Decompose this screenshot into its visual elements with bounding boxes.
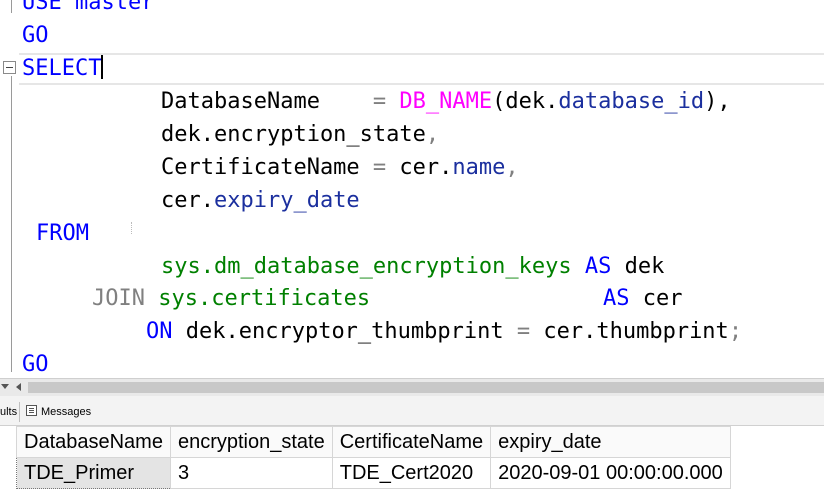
function-token: DB_NAME (399, 89, 493, 114)
keyword-from: FROM (36, 221, 89, 246)
table-cell[interactable]: TDE_Cert2020 (331, 457, 492, 489)
query-editor[interactable]: USE master GO SELECT DatabaseName = DB_N… (0, 0, 824, 378)
chevron-down-icon[interactable] (1, 384, 9, 389)
code-token: dek.encryption_state (161, 122, 426, 147)
column-token: database_id (558, 89, 705, 114)
keyword-use: USE master (22, 0, 155, 15)
code-line-on: ON dek.encryptor_thumbprint = cer.thumbp… (146, 315, 742, 348)
tab-results[interactable]: ults (0, 402, 20, 422)
code-token: dek.encryptor_thumbprint (172, 319, 517, 344)
table-cell[interactable]: TDE_Primer (16, 457, 171, 489)
horizontal-scrollbar[interactable] (0, 378, 824, 396)
results-table: DatabaseName encryption_state Certificat… (16, 426, 731, 489)
outline-line (11, 76, 12, 372)
indent-guide (131, 222, 133, 234)
keyword-on: ON (146, 319, 173, 344)
header-row: DatabaseName encryption_state Certificat… (16, 426, 731, 458)
code-line-join: JOIN sys.certificates (92, 282, 370, 315)
column-header[interactable]: DatabaseName (16, 426, 171, 458)
keyword-go: GO (22, 352, 49, 377)
code-token: cer. (161, 188, 214, 213)
table-cell[interactable]: 2020-09-01 00:00:00.000 (490, 457, 731, 489)
operator-token: = (372, 155, 387, 180)
table-cell[interactable]: 3 (169, 457, 333, 489)
current-line-highlight (19, 53, 824, 85)
code-token: cer (629, 286, 683, 311)
operator-token: , (425, 122, 440, 147)
tab-messages-label: Messages (41, 406, 92, 418)
code-line-databasename: DatabaseName = DB_NAME(dek.database_id), (161, 85, 731, 118)
code-token: dek (611, 254, 665, 279)
column-token: name (452, 155, 506, 180)
code-token: ), (704, 89, 731, 114)
code-line-expiry-date: cer.expiry_date (161, 184, 360, 217)
system-object-token: sys.dm_database_encryption_keys (161, 254, 572, 279)
keyword-as: AS (603, 286, 630, 311)
keyword-select: SELECT (22, 56, 102, 81)
code-line-join-alias: AS cer (603, 282, 682, 315)
code-token: DatabaseName (161, 89, 373, 114)
scrollbar-thumb[interactable] (28, 382, 824, 393)
column-token: expiry_date (213, 188, 360, 213)
scroll-left-icon[interactable] (16, 383, 21, 391)
keyword-as: AS (584, 254, 612, 279)
operator-token: = (516, 319, 531, 344)
code-line-from: FROM (36, 217, 89, 250)
operator-token: , (505, 155, 519, 180)
code-token: cer. (386, 155, 453, 180)
code-line-dek-source: sys.dm_database_encryption_keys AS dek (161, 250, 664, 283)
operator-token: = (372, 89, 387, 114)
keyword-go: GO (22, 23, 49, 48)
tab-messages[interactable]: Messages (22, 402, 95, 422)
tab-results-label: ults (0, 406, 18, 418)
system-object-token: sys.certificates (158, 286, 371, 311)
code-line-use: USE master (22, 0, 154, 19)
keyword-join: JOIN (92, 286, 145, 311)
text-caret (101, 55, 104, 79)
outline-line (11, 0, 12, 13)
column-header[interactable]: expiry_date (490, 426, 731, 458)
column-header[interactable]: encryption_state (169, 426, 333, 458)
collapse-toggle-icon[interactable] (3, 61, 16, 74)
code-line-go-end: GO (22, 348, 49, 378)
code-token: CertificateName (161, 155, 373, 180)
messages-icon (26, 405, 37, 416)
code-line-certificatename: CertificateName = cer.name, (161, 151, 519, 184)
operator-token: ; (728, 319, 743, 344)
code-line-select: SELECT (22, 52, 104, 85)
column-header[interactable]: CertificateName (331, 426, 492, 458)
results-tab-strip: ults Messages (0, 396, 824, 426)
results-grid: DatabaseName encryption_state Certificat… (0, 426, 824, 489)
code-line-go: GO (22, 19, 49, 52)
code-token: cer.thumbprint (530, 319, 729, 344)
code-line-encryption-state: dek.encryption_state, (161, 118, 439, 151)
code-token: (dek. (492, 89, 559, 114)
table-row: TDE_Primer 3 TDE_Cert2020 2020-09-01 00:… (16, 457, 731, 489)
